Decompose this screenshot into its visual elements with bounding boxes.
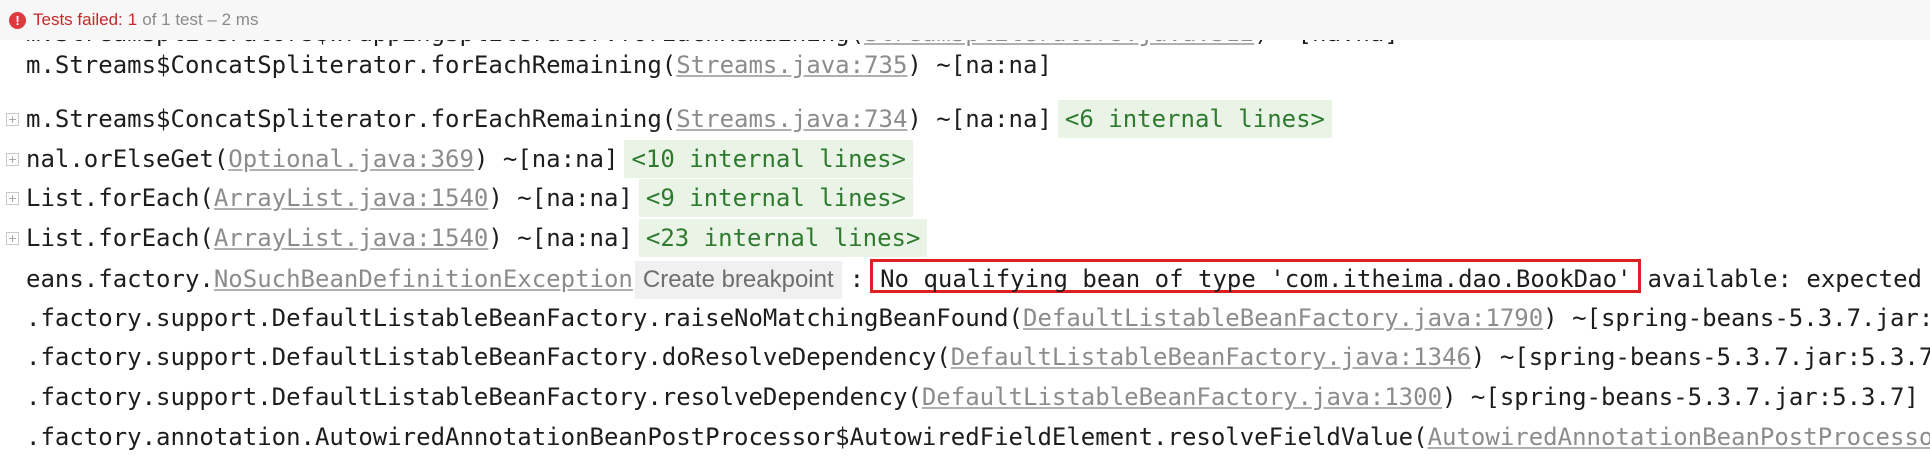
trace-text: eans.factory. xyxy=(26,265,214,293)
status-summary: of 1 test – 2 ms xyxy=(142,10,259,29)
exception-message-highlight: No qualifying bean of type 'com.itheima.… xyxy=(870,259,1642,293)
trace-text: List.forEach( xyxy=(26,224,214,252)
stack-trace-line: .factory.annotation.AutowiredAnnotationB… xyxy=(26,418,1930,456)
trace-text: ) ~[na:na] xyxy=(488,184,633,212)
trace-text: nal.orElseGet( xyxy=(26,145,229,173)
stack-trace-line: .factory.support.DefaultListableBeanFact… xyxy=(26,299,1930,337)
stack-trace-line: .factory.support.DefaultListableBeanFact… xyxy=(26,338,1930,376)
source-link[interactable]: AutowiredAnnotationBeanPostProcessor.jav… xyxy=(1428,418,1930,456)
console-output: m.StreamSpliterators$WrappingSpliterator… xyxy=(0,0,1930,460)
stack-trace-line: m.Streams$ConcatSpliterator.forEachRemai… xyxy=(26,46,1052,84)
expand-fold-icon[interactable]: + xyxy=(6,113,19,126)
trace-text: .factory.support.DefaultListableBeanFact… xyxy=(26,383,922,411)
error-icon: ! xyxy=(9,11,26,29)
trace-text: ) ~[na:na] xyxy=(473,145,619,173)
stack-trace-line: List.forEach(ArrayList.java:1540) ~[na:n… xyxy=(26,219,928,257)
internal-lines-toggle[interactable]: <6 internal lines> xyxy=(1057,100,1332,138)
source-link[interactable]: DefaultListableBeanFactory.java:1300 xyxy=(922,378,1442,416)
source-link[interactable]: ArrayList.java:1540 xyxy=(214,179,489,217)
source-link[interactable]: Streams.java:735 xyxy=(676,46,907,84)
expand-fold-icon[interactable]: + xyxy=(6,232,19,245)
exception-line: eans.factory.NoSuchBeanDefinitionExcepti… xyxy=(26,259,1930,299)
trace-text: m.Streams$ConcatSpliterator.forEachRemai… xyxy=(26,51,677,79)
trace-text: ) ~[spring-beans-5.3.7.jar:5.3 xyxy=(1543,304,1930,332)
trace-text: ) ~[na:na] xyxy=(488,224,633,252)
expand-fold-icon[interactable]: + xyxy=(6,192,19,205)
trace-text: .factory.support.DefaultListableBeanFact… xyxy=(26,343,951,371)
stack-trace-line: .factory.support.DefaultListableBeanFact… xyxy=(26,378,1919,416)
internal-lines-toggle[interactable]: <23 internal lines> xyxy=(638,219,928,257)
failed-count: 1 xyxy=(127,10,138,29)
test-status-bar: ! Tests failed: 1 of 1 test – 2 ms xyxy=(0,0,1930,40)
source-link[interactable]: DefaultListableBeanFactory.java:1790 xyxy=(1023,299,1543,337)
trace-text: ) ~[na:na] xyxy=(907,51,1052,79)
source-link[interactable]: Streams.java:734 xyxy=(676,100,907,138)
trace-text: ) ~[na:na] xyxy=(907,105,1052,133)
internal-lines-toggle[interactable]: <10 internal lines> xyxy=(624,140,913,178)
trace-text: .factory.annotation.AutowiredAnnotationB… xyxy=(26,423,1428,451)
trace-text: m.Streams$ConcatSpliterator.forEachRemai… xyxy=(26,105,677,133)
internal-lines-toggle[interactable]: <9 internal lines> xyxy=(638,179,913,217)
trace-text: List.forEach( xyxy=(26,184,214,212)
stack-trace-line: nal.orElseGet(Optional.java:369) ~[na:na… xyxy=(26,140,913,178)
expand-fold-icon[interactable]: + xyxy=(6,153,19,166)
source-link[interactable]: Optional.java:369 xyxy=(228,140,474,178)
create-breakpoint-hint[interactable]: Create breakpoint xyxy=(634,261,842,299)
colon-separator: : xyxy=(849,265,865,293)
source-link[interactable]: ArrayList.java:1540 xyxy=(214,219,489,257)
trace-text: available: expected a xyxy=(1647,265,1930,293)
trace-text: ) ~[spring-beans-5.3.7.jar:5.3.7] xyxy=(1470,343,1930,371)
trace-text: .factory.support.DefaultListableBeanFact… xyxy=(26,304,1023,332)
exception-class-link[interactable]: NoSuchBeanDefinitionException xyxy=(214,260,633,298)
source-link[interactable]: DefaultListableBeanFactory.java:1346 xyxy=(951,338,1471,376)
status-title: Tests failed: xyxy=(33,10,123,29)
stack-trace-line: m.Streams$ConcatSpliterator.forEachRemai… xyxy=(26,100,1332,138)
trace-text: ) ~[spring-beans-5.3.7.jar:5.3.7] xyxy=(1442,383,1919,411)
stack-trace-line: List.forEach(ArrayList.java:1540) ~[na:n… xyxy=(26,179,913,217)
